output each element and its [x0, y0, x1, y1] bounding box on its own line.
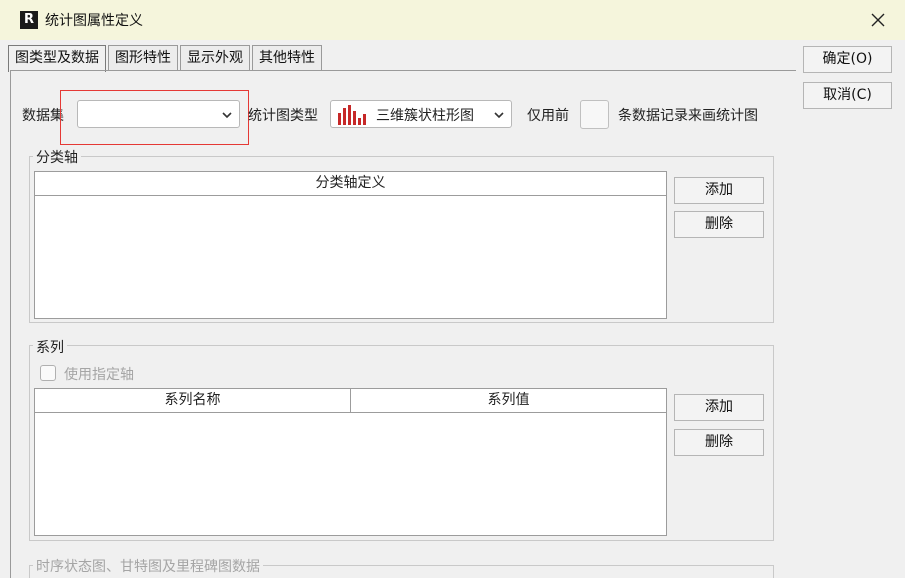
close-button[interactable] — [860, 6, 896, 34]
category-axis-title: 分类轴 — [33, 147, 81, 167]
dataset-highlight-box — [60, 90, 249, 145]
bar-chart-icon — [338, 105, 366, 125]
category-axis-header: 分类轴定义 — [35, 172, 666, 196]
app-icon: R — [20, 11, 38, 29]
category-add-button[interactable]: 添加 — [674, 177, 764, 204]
close-icon — [871, 13, 885, 27]
chart-type-value: 三维簇状柱形图 — [376, 108, 474, 124]
category-axis-column-header[interactable]: 分类轴定义 — [35, 172, 666, 195]
use-axis-checkbox[interactable] — [40, 365, 56, 381]
dialog-window: R 统计图属性定义 图类型及数据 图形特性 显示外观 其他特性 确定(O) 取消… — [0, 0, 905, 578]
tab-graph-properties[interactable]: 图形特性 — [108, 45, 178, 71]
use-axis-label: 使用指定轴 — [64, 367, 134, 383]
timeline-title: 时序状态图、甘特图及里程碑图数据 — [33, 556, 263, 576]
tab-bar: 图类型及数据 图形特性 显示外观 其他特性 — [8, 45, 324, 72]
cancel-button[interactable]: 取消(C) — [803, 82, 892, 109]
window-title: 统计图属性定义 — [45, 13, 143, 29]
records-suffix-label: 条数据记录来画统计图 — [618, 108, 758, 124]
chart-type-select[interactable]: 三维簇状柱形图 — [330, 100, 512, 128]
tab-chart-type-data[interactable]: 图类型及数据 — [8, 45, 106, 72]
title-bar[interactable]: R 统计图属性定义 — [0, 0, 905, 40]
category-axis-table[interactable]: 分类轴定义 — [34, 171, 667, 319]
only-first-label: 仅用前 — [527, 108, 569, 124]
series-add-button[interactable]: 添加 — [674, 394, 764, 421]
series-delete-button[interactable]: 删除 — [674, 429, 764, 456]
series-name-column-header[interactable]: 系列名称 — [35, 389, 351, 412]
tab-display-appearance[interactable]: 显示外观 — [180, 45, 250, 71]
series-title: 系列 — [33, 337, 67, 357]
chevron-down-icon — [494, 112, 504, 119]
ok-button[interactable]: 确定(O) — [803, 46, 892, 73]
series-header: 系列名称 系列值 — [35, 389, 666, 413]
series-value-column-header[interactable]: 系列值 — [351, 389, 666, 412]
chart-type-label: 统计图类型 — [248, 108, 318, 124]
record-count-input[interactable] — [580, 100, 609, 129]
dataset-label: 数据集 — [22, 108, 64, 124]
tab-other-properties[interactable]: 其他特性 — [252, 45, 322, 71]
series-table[interactable]: 系列名称 系列值 — [34, 388, 667, 536]
category-delete-button[interactable]: 删除 — [674, 211, 764, 238]
